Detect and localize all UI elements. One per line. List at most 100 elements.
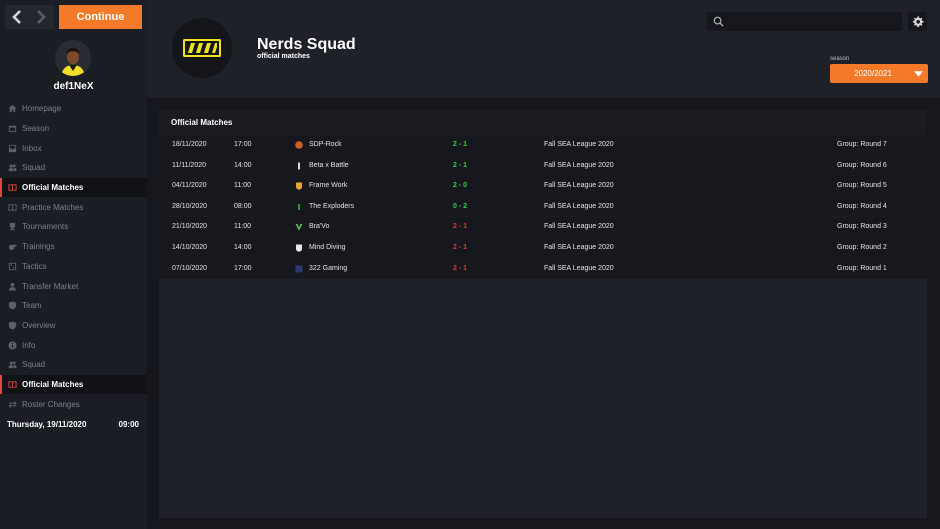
season-value: 2020/2021	[854, 69, 892, 78]
sidebar-item-practice-matches[interactable]: Practice Matches	[0, 197, 147, 217]
match-score: 2 - 1	[453, 223, 468, 231]
sidebar-item-team-squad[interactable]: Squad	[0, 355, 147, 375]
match-round: Group: Round 1	[837, 264, 887, 272]
search-icon	[713, 16, 724, 27]
sidebar-item-label: Tactics	[22, 261, 47, 271]
club-name: Nerds Squad	[257, 36, 356, 53]
sidebar-item-team[interactable]: Team	[0, 296, 147, 316]
match-date: 18/11/2020	[172, 141, 207, 148]
sidebar-item-tournaments[interactable]: Tournaments	[0, 217, 147, 237]
match-row[interactable]: 11/11/2020 14:00 Beta x Battle 2 - 1 Fal…	[159, 155, 927, 177]
opponent-logo-fill	[296, 244, 302, 252]
match-round: Group: Round 5	[837, 182, 887, 190]
match-date: 28/10/2020	[172, 202, 208, 210]
opponent-logo-icon	[295, 244, 303, 252]
sidebar-item-tactics[interactable]: Tactics	[0, 257, 147, 277]
opponent-name: Beta x Battle	[309, 161, 349, 169]
sidebar-item-squad[interactable]: Squad	[0, 158, 147, 178]
match-competition: Fall SEA League 2020	[544, 161, 614, 169]
current-time: 09:00	[118, 419, 139, 429]
opponent-logo-icon	[295, 182, 303, 190]
match-score: 2 - 0	[453, 182, 468, 190]
opponent-name: Frame Work	[309, 182, 348, 190]
continue-button[interactable]: Continue	[59, 5, 142, 29]
sidebar-item-transfer-market[interactable]: Transfer Market	[0, 276, 147, 296]
opponent-logo-fill	[295, 224, 303, 231]
match-row[interactable]: 04/11/2020 11:00 Frame Work 2 - 0 Fall S…	[159, 176, 927, 197]
opponent-logo-icon	[295, 265, 303, 273]
match-time: 14:00	[234, 161, 252, 169]
season-select[interactable]: 2020/2021	[830, 64, 928, 83]
opponent-logo-fill	[295, 265, 303, 273]
sidebar-item-info[interactable]: Info	[0, 335, 147, 355]
shield-icon	[8, 321, 17, 330]
match-score: 2 - 1	[453, 141, 468, 148]
match-round: Group: Round 3	[837, 223, 887, 231]
match-competition: Fall SEA League 2020	[544, 243, 614, 251]
opponent-logo-icon	[295, 141, 303, 149]
search-input[interactable]	[729, 12, 899, 31]
opponent-name: Mind Diving	[309, 243, 346, 251]
sidebar-item-label: Transfer Market	[22, 281, 79, 291]
calendar-icon	[8, 124, 17, 133]
sidebar-item-label: Info	[22, 340, 36, 350]
sidebar-item-label: Squad	[22, 360, 46, 370]
match-score: 2 - 1	[453, 264, 468, 272]
match-score: 2 - 1	[453, 243, 468, 251]
match-time: 17:00	[234, 264, 252, 272]
sidebar-item-label: Homepage	[22, 104, 62, 114]
match-time: 11:00	[234, 182, 251, 190]
panel-title: Official Matches	[159, 110, 927, 135]
current-date-bar: Thursday, 19/11/2020 09:00	[0, 414, 147, 434]
shield-icon	[8, 301, 17, 310]
forward-arrow-icon[interactable]	[29, 5, 53, 29]
match-list: 18/11/2020 17:00 SDP-Rock 2 - 1 Fall SEA…	[159, 135, 927, 280]
sidebar-item-roster-changes[interactable]: Roster Changes	[0, 394, 147, 414]
opponent-logo-fill	[298, 203, 300, 210]
sidebar-item-label: Practice Matches	[22, 202, 84, 212]
match-row[interactable]: 21/10/2020 11:00 Bra'Vo 2 - 1 Fall SEA L…	[159, 217, 927, 238]
sidebar-item-label: Team	[22, 301, 42, 311]
match-time: 11:00	[234, 223, 251, 231]
sidebar-item-label: Inbox	[22, 143, 42, 153]
opponent-logo-icon	[295, 162, 303, 170]
sidebar-item-season[interactable]: Season	[0, 119, 147, 139]
sidebar-item-official-matches[interactable]: Official Matches	[0, 177, 147, 198]
opponent-name: 322 Gaming	[309, 264, 348, 272]
matches-icon	[8, 203, 17, 212]
official-matches-panel: Official Matches 18/11/2020 17:00 SDP-Ro…	[159, 110, 927, 518]
avatar[interactable]	[55, 40, 91, 76]
search-box	[707, 12, 902, 31]
nerds-squad-logo-icon	[182, 38, 222, 58]
trophy-icon	[8, 222, 17, 231]
match-row[interactable]: 07/10/2020 17:00 322 Gaming 2 - 1 Fall S…	[159, 258, 927, 280]
users-icon	[8, 163, 17, 172]
transfer-icon	[8, 282, 17, 291]
club-header: Nerds Squad official matches season 2020…	[147, 0, 940, 98]
opponent-name: Bra'Vo	[309, 223, 330, 231]
match-row[interactable]: 14/10/2020 14:00 Mind Diving 2 - 1 Fall …	[159, 237, 927, 259]
sidebar-item-homepage[interactable]: Homepage	[0, 99, 147, 119]
match-competition: Fall SEA League 2020	[544, 223, 614, 231]
back-arrow-icon[interactable]	[5, 5, 29, 29]
whistle-icon	[8, 242, 17, 251]
opponent-logo-fill	[296, 182, 302, 190]
match-date: 21/10/2020	[172, 223, 208, 231]
sidebar-item-label: Official Matches	[22, 379, 84, 389]
sidebar-item-trainings[interactable]: Trainings	[0, 237, 147, 257]
club-subtitle: official matches	[257, 53, 310, 60]
settings-button[interactable]	[908, 12, 927, 31]
match-competition: Fall SEA League 2020	[544, 182, 614, 190]
opponent-logo-fill	[295, 141, 303, 149]
match-date: 11/11/2020	[172, 161, 206, 169]
inbox-icon	[8, 144, 17, 153]
sidebar-nav: Homepage Season Inbox Squad Official Mat…	[0, 99, 147, 414]
match-competition: Fall SEA League 2020	[544, 141, 614, 148]
sidebar-item-inbox[interactable]: Inbox	[0, 138, 147, 158]
match-row[interactable]: 18/11/2020 17:00 SDP-Rock 2 - 1 Fall SEA…	[159, 135, 927, 156]
sidebar-item-team-official-matches[interactable]: Official Matches	[0, 374, 147, 395]
sidebar-item-label: Trainings	[22, 242, 55, 252]
match-row[interactable]: 28/10/2020 08:00 The Exploders 0 - 2 Fal…	[159, 196, 927, 218]
sidebar-item-label: Season	[22, 124, 50, 134]
sidebar-item-overview[interactable]: Overview	[0, 316, 147, 336]
